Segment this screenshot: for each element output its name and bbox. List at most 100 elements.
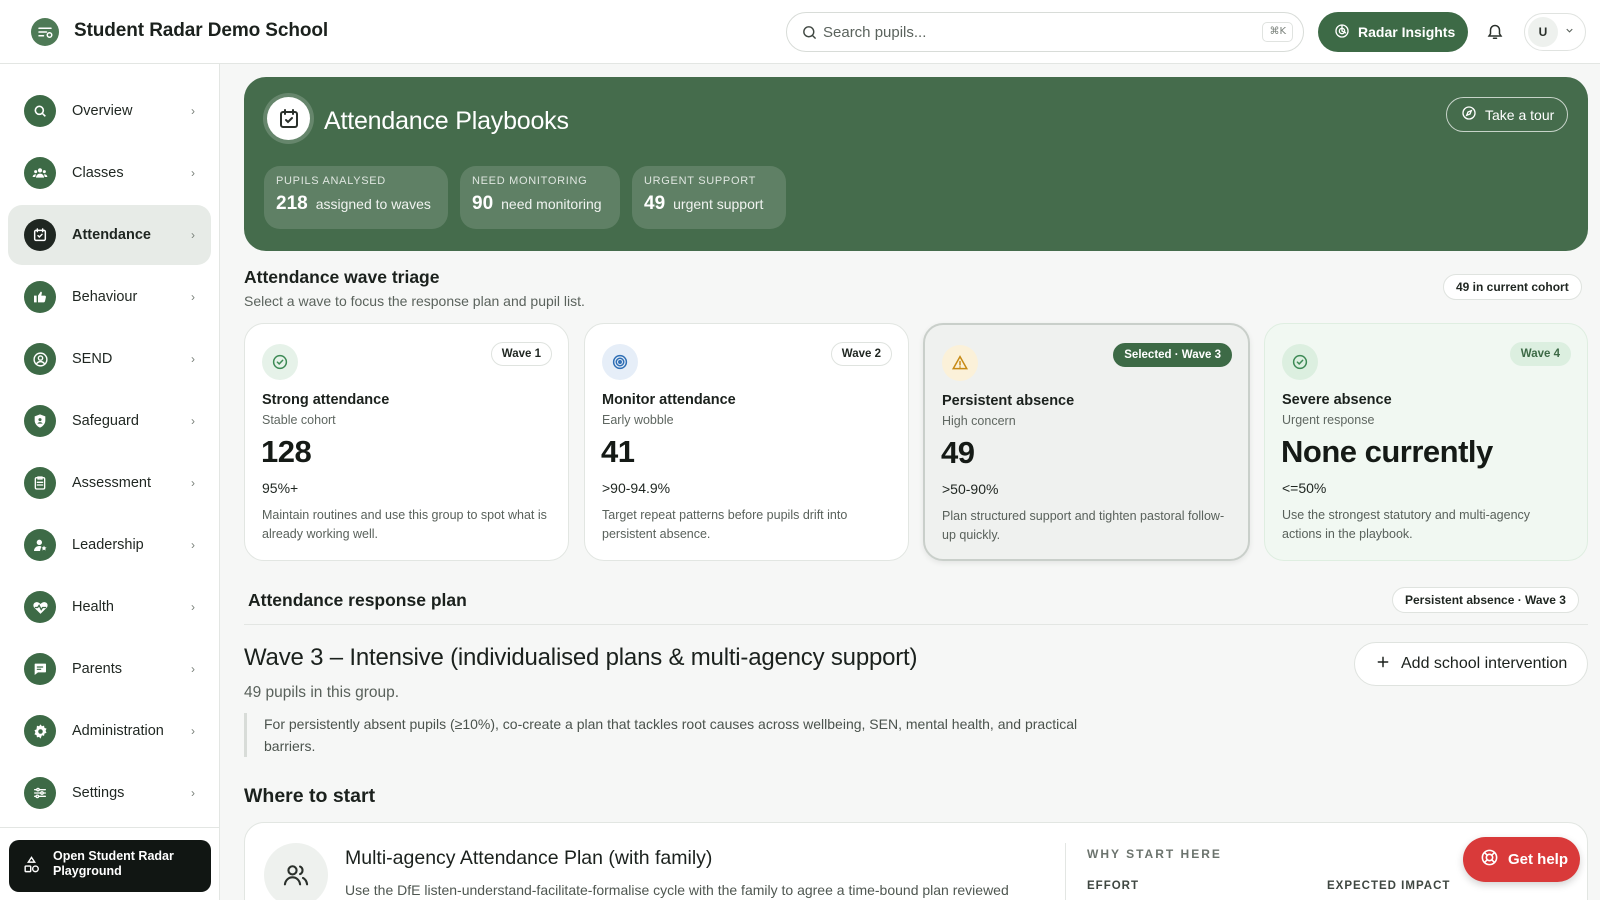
wave-plan-description: For persistently absent pupils (≥10%), c… bbox=[244, 713, 1124, 757]
sidebar-item-safeguard[interactable]: Safeguard › bbox=[8, 391, 211, 451]
sidebar-item-classes[interactable]: Classes › bbox=[8, 143, 211, 203]
sliders-icon bbox=[24, 777, 56, 809]
chevron-right-icon: › bbox=[191, 600, 195, 614]
chevron-right-icon: › bbox=[191, 228, 195, 242]
sidebar-item-settings[interactable]: Settings › bbox=[8, 763, 211, 823]
wave-count: None currently bbox=[1281, 434, 1493, 469]
sidebar-item-assessment[interactable]: Assessment › bbox=[8, 453, 211, 513]
radar-insights-button[interactable]: Radar Insights bbox=[1318, 12, 1468, 52]
plus-icon bbox=[1375, 654, 1391, 675]
chevron-right-icon: › bbox=[191, 538, 195, 552]
stat-label: URGENT SUPPORT bbox=[644, 175, 757, 187]
sidebar-item-parents[interactable]: Parents › bbox=[8, 639, 211, 699]
user-menu[interactable]: U bbox=[1524, 13, 1586, 51]
chat-icon bbox=[24, 653, 56, 685]
sidebar-item-label: Attendance bbox=[72, 227, 151, 243]
sidebar-item-attendance[interactable]: Attendance › bbox=[8, 205, 211, 265]
wave-card-2[interactable]: Wave 2 Monitor attendance Early wobble 4… bbox=[584, 323, 909, 561]
wave-name: Strong attendance bbox=[262, 392, 390, 408]
target-icon bbox=[602, 344, 638, 380]
wave-name: Persistent absence bbox=[942, 393, 1075, 409]
cohort-count-badge: 49 in current cohort bbox=[1443, 274, 1582, 300]
sidebar-item-label: SEND bbox=[72, 351, 113, 367]
get-help-label: Get help bbox=[1508, 851, 1569, 868]
add-school-intervention-button[interactable]: Add school intervention bbox=[1354, 642, 1588, 686]
wave-pupil-count: 49 pupils in this group. bbox=[244, 684, 400, 701]
open-playground-label: Open Student Radar Playground bbox=[53, 849, 174, 878]
hero-badge bbox=[263, 93, 314, 144]
shield-icon bbox=[24, 405, 56, 437]
chevron-right-icon: › bbox=[191, 352, 195, 366]
sidebar-item-label: Health bbox=[72, 599, 114, 615]
wave-description: Target repeat patterns before pupils dri… bbox=[602, 508, 848, 541]
warning-icon bbox=[942, 345, 978, 381]
heart-pulse-icon bbox=[24, 591, 56, 623]
wave-description: Maintain routines and use this group to … bbox=[262, 508, 547, 541]
where-to-start-title: Where to start bbox=[244, 785, 376, 807]
wave-card-1[interactable]: Wave 1 Strong attendance Stable cohort 1… bbox=[244, 323, 569, 561]
app-logo-icon[interactable] bbox=[31, 18, 59, 46]
search-placeholder: Search pupils... bbox=[823, 24, 927, 41]
sidebar-item-behaviour[interactable]: Behaviour › bbox=[8, 267, 211, 327]
chevron-right-icon: › bbox=[191, 662, 195, 676]
calendar-check-icon bbox=[267, 97, 310, 140]
intervention-title: Multi-agency Attendance Plan (with famil… bbox=[345, 847, 713, 869]
wave-subtitle: Early wobble bbox=[602, 413, 674, 427]
recommended-intervention-card[interactable]: Multi-agency Attendance Plan (with famil… bbox=[244, 822, 1588, 900]
wave-card-3-selected[interactable]: Selected · Wave 3 Persistent absence Hig… bbox=[923, 323, 1250, 561]
get-help-button[interactable]: Get help bbox=[1463, 837, 1580, 882]
sidebar-item-label: Parents bbox=[72, 661, 122, 677]
wave-range: >90-94.9% bbox=[602, 480, 671, 496]
wave-tag: Wave 4 bbox=[1509, 342, 1571, 366]
take-tour-button[interactable]: Take a tour bbox=[1446, 97, 1568, 132]
sidebar-item-administration[interactable]: Administration › bbox=[8, 701, 211, 761]
sidebar: Overview › Classes › Attendance › Behavi… bbox=[0, 64, 220, 900]
stat-pupils-analysed: PUPILS ANALYSED 218 assigned to waves bbox=[264, 166, 448, 229]
chevron-right-icon: › bbox=[191, 414, 195, 428]
sidebar-item-health[interactable]: Health › bbox=[8, 577, 211, 637]
bell-icon[interactable] bbox=[1486, 22, 1504, 46]
card-divider bbox=[1065, 843, 1066, 900]
intervention-description: Use the DfE listen-understand-facilitate… bbox=[345, 882, 1009, 898]
effort-label: EFFORT bbox=[1087, 880, 1139, 892]
sidebar-item-label: Settings bbox=[72, 785, 125, 801]
sidebar-item-send[interactable]: SEND › bbox=[8, 329, 211, 389]
sidebar-item-leadership[interactable]: Leadership › bbox=[8, 515, 211, 575]
sidebar-item-overview[interactable]: Overview › bbox=[8, 81, 211, 141]
wave-subtitle: Stable cohort bbox=[262, 413, 336, 427]
chevron-right-icon: › bbox=[191, 476, 195, 490]
shapes-icon bbox=[22, 855, 41, 879]
calendar-check-icon bbox=[24, 219, 56, 251]
sidebar-item-label: Administration bbox=[72, 723, 164, 739]
wave-subtitle: High concern bbox=[942, 414, 1016, 428]
radar-icon bbox=[1334, 23, 1350, 42]
triage-title: Attendance wave triage bbox=[244, 267, 440, 287]
compass-icon bbox=[1461, 105, 1477, 124]
why-start-here-label: WHY START HERE bbox=[1087, 847, 1222, 861]
wave-tag-selected: Selected · Wave 3 bbox=[1113, 343, 1232, 367]
sidebar-item-label: Classes bbox=[72, 165, 124, 181]
wave-tag: Wave 1 bbox=[490, 342, 552, 366]
stat-value: 49 bbox=[644, 193, 666, 214]
wave-subtitle: Urgent response bbox=[1282, 413, 1375, 427]
check-circle-icon bbox=[262, 344, 298, 380]
sidebar-item-label: Behaviour bbox=[72, 289, 138, 305]
wave-range: 95%+ bbox=[262, 480, 299, 496]
search-icon bbox=[24, 95, 56, 127]
open-playground-button[interactable]: Open Student Radar Playground bbox=[9, 840, 211, 892]
wave-card-4[interactable]: Wave 4 Severe absence Urgent response No… bbox=[1264, 323, 1588, 561]
sidebar-item-label: Safeguard bbox=[72, 413, 139, 429]
avatar: U bbox=[1528, 17, 1558, 47]
wave-plan-heading: Wave 3 – Intensive (individualised plans… bbox=[244, 644, 918, 671]
search-icon bbox=[801, 24, 818, 46]
search-shortcut-hint: ⌘K bbox=[1262, 22, 1293, 42]
chevron-right-icon: › bbox=[191, 290, 195, 304]
gear-icon bbox=[24, 715, 56, 747]
chevron-right-icon: › bbox=[191, 104, 195, 118]
wave-description: Plan structured support and tighten past… bbox=[942, 509, 1225, 542]
stat-label: NEED MONITORING bbox=[472, 175, 588, 187]
wave-name: Severe absence bbox=[1282, 392, 1392, 408]
section-divider bbox=[244, 624, 1588, 625]
search-input[interactable]: Search pupils... ⌘K bbox=[786, 12, 1304, 52]
chevron-right-icon: › bbox=[191, 786, 195, 800]
